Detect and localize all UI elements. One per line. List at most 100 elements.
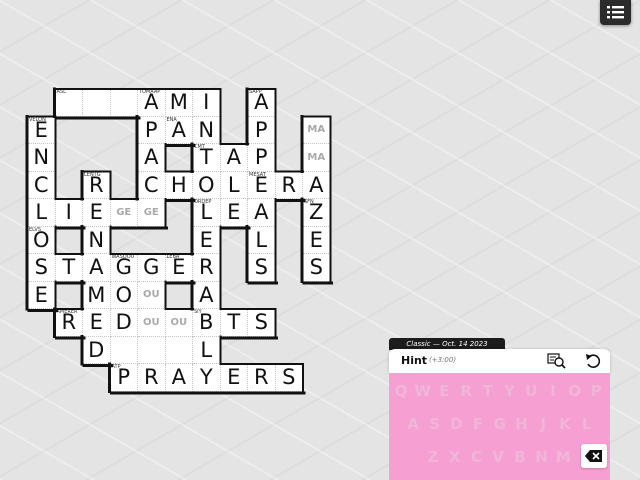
grid-cell[interactable]: P [248,144,276,172]
key-p[interactable]: P [586,379,606,403]
key-t[interactable]: T [478,379,498,403]
grid-cell[interactable]: A [193,281,221,309]
grid-cell[interactable]: Y [193,364,221,392]
grid-cell[interactable]: R [138,364,166,392]
grid-cell[interactable]: A [83,254,111,282]
grid-cell[interactable]: SIY B [193,309,221,337]
grid-cell[interactable]: N [193,116,221,144]
grid-cell[interactable]: ELVS O [28,226,56,254]
grid-cell[interactable]: ATP P [110,364,138,392]
grid-cell[interactable]: MESAT E [248,171,276,199]
grid-cell[interactable]: E [28,281,56,309]
grid-cell[interactable]: SFN Z [303,199,331,227]
grid-cell[interactable]: GE [110,199,138,227]
key-z[interactable]: Z [423,445,443,469]
grid-cell[interactable]: A [248,199,276,227]
key-r[interactable]: R [456,379,476,403]
grid-cell[interactable]: SAPP A [248,89,276,117]
key-e[interactable]: E [434,379,454,403]
key-i[interactable]: I [543,379,563,403]
grid-cell[interactable]: GE [138,199,166,227]
grid-cell[interactable]: L [193,336,221,364]
grid-cell[interactable]: TOMAAP A [138,89,166,117]
grid-cell[interactable]: A [138,144,166,172]
key-c[interactable]: C [466,445,486,469]
grid-cell[interactable]: M [165,89,193,117]
grid-cell[interactable]: WASOOU G [110,254,138,282]
grid-cell[interactable]: O [193,171,221,199]
grid-cell[interactable]: A [165,364,193,392]
grid-cell[interactable]: R [275,171,303,199]
magnifier-icon[interactable] [547,352,567,374]
grid-cell[interactable]: O [110,281,138,309]
grid-cell[interactable]: A [220,144,248,172]
grid-cell[interactable]: L [248,226,276,254]
grid-cell[interactable]: AMERER R [55,309,83,337]
grid-cell[interactable]: A [303,171,331,199]
grid-cell[interactable]: C [28,171,56,199]
grid-cell[interactable]: I [55,199,83,227]
grid-cell[interactable]: S [303,254,331,282]
grid-cell[interactable]: L [28,199,56,227]
grid-cell[interactable] [110,89,138,117]
key-u[interactable]: U [521,379,541,403]
grid-cell[interactable]: R [193,254,221,282]
key-b[interactable]: B [510,445,530,469]
grid-cell[interactable]: D [83,336,111,364]
grid-cell[interactable] [165,336,193,364]
grid-cell[interactable]: P [138,116,166,144]
key-y[interactable]: Y [500,379,520,403]
grid-cell[interactable]: OU [138,309,166,337]
undo-icon[interactable] [584,352,602,374]
grid-cell[interactable]: G [138,254,166,282]
grid-cell[interactable]: OU [165,309,193,337]
grid-cell[interactable]: N [83,226,111,254]
grid-cell[interactable]: L [220,171,248,199]
key-v[interactable]: V [488,445,508,469]
grid-cell[interactable]: E [193,226,221,254]
grid-cell[interactable]: E [83,309,111,337]
grid-cell[interactable]: VELON E [28,116,56,144]
grid-cell[interactable]: S [248,254,276,282]
key-s[interactable]: S [425,412,445,436]
grid-cell[interactable]: MA [303,144,331,172]
grid-cell[interactable]: S [248,309,276,337]
grid-cell[interactable]: ASL [55,89,83,117]
grid-cell[interactable]: OU [138,281,166,309]
grid-cell[interactable]: S [275,364,303,392]
key-f[interactable]: F [468,412,488,436]
key-m[interactable]: M [553,445,573,469]
grid-cell[interactable]: CMT T [193,144,221,172]
key-d[interactable]: D [446,412,466,436]
grid-cell[interactable]: R [248,364,276,392]
grid-cell[interactable]: M [83,281,111,309]
key-n[interactable]: N [532,445,552,469]
grid-cell[interactable]: N [28,144,56,172]
key-j[interactable]: J [533,412,553,436]
key-w[interactable]: W [413,379,433,403]
grid-cell[interactable]: C [138,171,166,199]
grid-cell[interactable] [110,336,138,364]
key-o[interactable]: O [565,379,585,403]
grid-cell[interactable]: E [220,199,248,227]
grid-cell[interactable]: E [83,199,111,227]
key-x[interactable]: X [445,445,465,469]
key-a[interactable]: A [403,412,423,436]
grid-cell[interactable] [138,336,166,364]
grid-cell[interactable] [83,89,111,117]
grid-cell[interactable]: LENTG R [83,171,111,199]
grid-cell[interactable]: I [193,89,221,117]
key-g[interactable]: G [490,412,510,436]
grid-cell[interactable]: T [55,254,83,282]
key-h[interactable]: H [512,412,532,436]
grid-cell[interactable]: ENA A [165,116,193,144]
grid-cell[interactable]: E [220,364,248,392]
grid-cell[interactable]: E [303,226,331,254]
key-q[interactable]: Q [391,379,411,403]
grid-cell[interactable]: S [28,254,56,282]
grid-cell[interactable]: T [220,309,248,337]
hint-button[interactable]: Hint [401,354,427,367]
grid-cell[interactable]: ORDEP L [193,199,221,227]
grid-cell[interactable]: LEBA E [165,254,193,282]
grid-cell[interactable]: H [165,171,193,199]
